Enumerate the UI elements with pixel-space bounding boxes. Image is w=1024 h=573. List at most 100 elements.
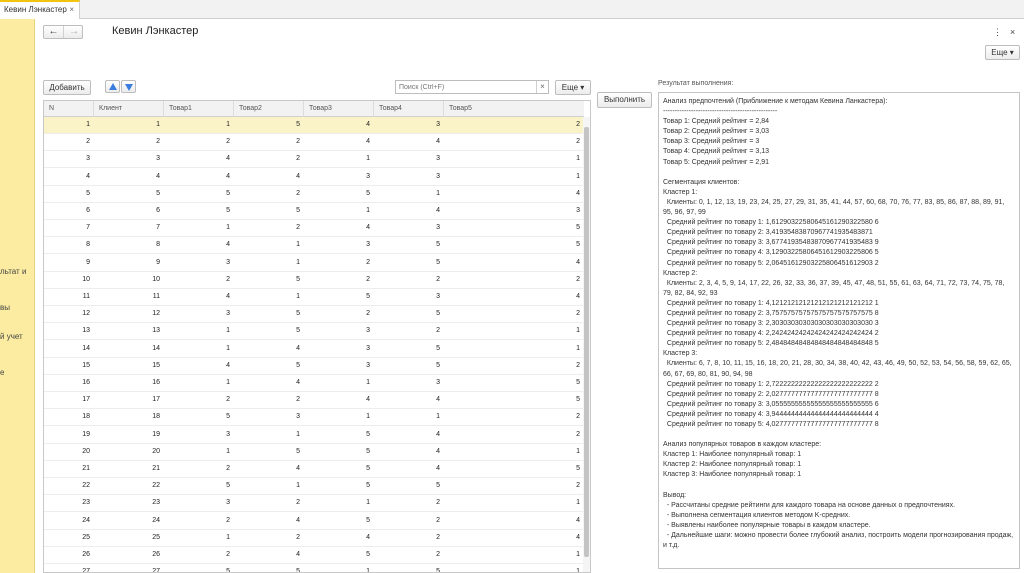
table-row[interactable]: 24 24 2 4 5 2 4 [44,513,584,530]
table-cell[interactable]: 2 [374,547,444,563]
table-cell[interactable]: 3 [374,117,444,133]
table-cell[interactable]: 1 [164,341,234,357]
table-cell[interactable]: 4 [444,513,584,529]
table-row[interactable]: 22 22 5 1 5 5 2 [44,478,584,496]
search-clear-icon[interactable]: × [536,81,548,93]
table-cell[interactable]: 11 [94,289,164,305]
table-cell[interactable]: 3 [304,341,374,357]
table-cell[interactable]: 9 [94,255,164,271]
table-cell[interactable]: 4 [94,169,164,185]
table-cell[interactable]: 2 [444,306,584,322]
table-cell[interactable]: 4 [444,530,584,546]
table-cell[interactable]: 5 [234,323,304,339]
sidebar-item[interactable]: е [0,368,4,377]
table-cell[interactable]: 2 [444,117,584,133]
table-cell[interactable]: 10 [44,272,94,288]
table-cell[interactable]: 2 [94,134,164,150]
table-cell[interactable]: 5 [234,564,304,572]
table-cell[interactable]: 2 [374,495,444,511]
table-cell[interactable]: 22 [44,478,94,494]
table-cell[interactable]: 1 [444,341,584,357]
table-cell[interactable]: 1 [164,220,234,236]
table-cell[interactable]: 2 [444,409,584,425]
table-cell[interactable]: 1 [164,117,234,133]
table-row[interactable]: 2222442 [44,134,584,152]
table-row[interactable]: 16 16 1 4 1 3 5 [44,375,584,392]
table-cell[interactable]: 1 [234,478,304,494]
table-cell[interactable]: 4 [164,237,234,253]
table-cell[interactable]: 1 [304,564,374,572]
table-cell[interactable]: 17 [44,392,94,408]
table-cell[interactable]: 4 [304,220,374,236]
table-row[interactable]: 26 26 2 4 5 2 1 [44,547,584,564]
table-cell[interactable]: 26 [44,547,94,563]
table-row[interactable]: 12 12 3 5 2 5 2 [44,306,584,324]
table-cell[interactable]: 5 [44,186,94,202]
table-cell[interactable]: 5 [374,564,444,572]
table-cell[interactable]: 4 [304,134,374,150]
table-cell[interactable]: 5 [304,427,374,443]
table-cell[interactable]: 2 [164,134,234,150]
table-cell[interactable]: 3 [164,306,234,322]
table-cell[interactable]: 5 [164,203,234,219]
table-cell[interactable]: 5 [164,564,234,572]
table-cell[interactable]: 2 [444,427,584,443]
result-textarea[interactable]: Анализ предпочтений (Приближение к метод… [658,92,1020,569]
table-cell[interactable]: 5 [164,186,234,202]
table-cell[interactable]: 14 [44,341,94,357]
table-cell[interactable]: 21 [44,461,94,477]
table-cell[interactable]: 3 [164,427,234,443]
table-cell[interactable]: 2 [444,272,584,288]
table-cell[interactable]: 2 [304,306,374,322]
add-button[interactable]: Добавить [43,80,91,95]
table-row[interactable]: 25 25 1 2 4 2 4 [44,530,584,547]
table-cell[interactable]: 1 [304,151,374,167]
table-cell[interactable]: 4 [164,169,234,185]
table-cell[interactable]: 4 [374,203,444,219]
table-cell[interactable]: 2 [234,134,304,150]
table-row[interactable]: 9931254 [44,255,584,272]
column-header-product1[interactable]: Товар1 [164,101,234,117]
table-cell[interactable]: 3 [164,495,234,511]
table-cell[interactable]: 13 [44,323,94,339]
table-cell[interactable]: 5 [234,358,304,374]
table-cell[interactable]: 2 [234,392,304,408]
table-row[interactable]: 14 14 1 4 3 5 1 [44,341,584,358]
table-cell[interactable]: 12 [94,306,164,322]
table-cell[interactable]: 5 [234,444,304,460]
table-cell[interactable]: 4 [234,547,304,563]
table-cell[interactable]: 27 [44,564,94,572]
table-cell[interactable]: 3 [94,151,164,167]
table-cell[interactable]: 1 [234,237,304,253]
table-cell[interactable]: 5 [304,444,374,460]
table-cell[interactable]: 6 [94,203,164,219]
column-header-product5[interactable]: Товар5 [444,101,584,117]
table-cell[interactable]: 4 [304,117,374,133]
table-cell[interactable]: 23 [44,495,94,511]
table-row[interactable]: 5552514 [44,186,584,203]
table-cell[interactable]: 2 [304,255,374,271]
table-row[interactable]: 6655143 [44,203,584,220]
back-arrow-icon[interactable]: ← [44,26,64,38]
table-cell[interactable]: 5 [374,341,444,357]
table-cell[interactable]: 2 [234,186,304,202]
table-cell[interactable]: 2 [304,272,374,288]
table-cell[interactable]: 1 [374,186,444,202]
table-cell[interactable]: 26 [94,547,164,563]
table-cell[interactable]: 7 [94,220,164,236]
tab-kevin-lancaster[interactable]: Кевин Лэнкастер × [0,0,80,19]
form-more-button[interactable]: Еще ▾ [985,45,1020,60]
more-vertical-icon[interactable]: ⋮ [993,27,1002,38]
table-cell[interactable]: 24 [94,513,164,529]
table-cell[interactable]: 1 [444,444,584,460]
table-cell[interactable]: 4 [374,134,444,150]
table-cell[interactable]: 19 [44,427,94,443]
table-cell[interactable]: 5 [304,186,374,202]
table-cell[interactable]: 20 [94,444,164,460]
search-input[interactable] [396,81,534,93]
table-cell[interactable]: 4 [374,427,444,443]
table-cell[interactable]: 8 [94,237,164,253]
table-cell[interactable]: 5 [304,461,374,477]
table-cell[interactable]: 1 [234,255,304,271]
table-row[interactable]: 18 18 5 3 1 1 2 [44,409,584,427]
